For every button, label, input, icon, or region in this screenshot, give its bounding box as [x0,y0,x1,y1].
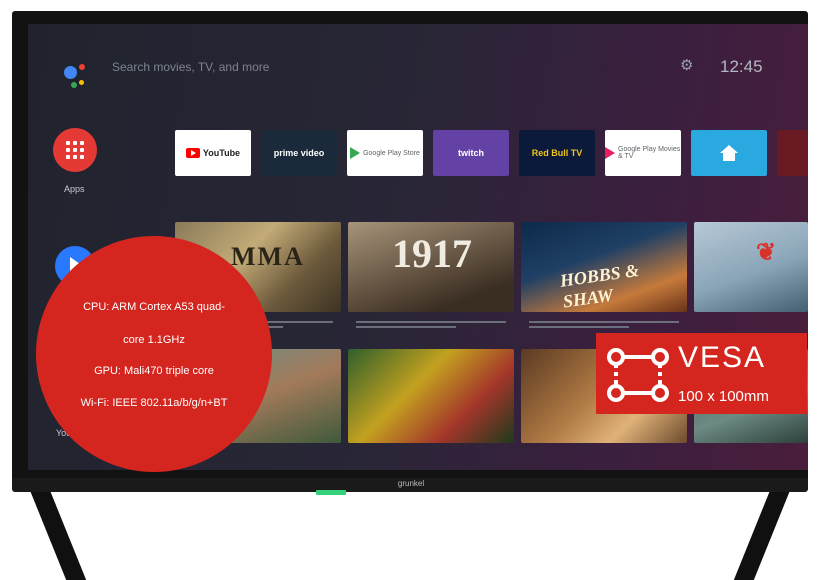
spec-badge: CPU: ARM Cortex A53 quad- core 1.1GHz GP… [36,236,272,472]
home-icon [720,145,738,161]
spec-line: Wi-Fi: IEEE 802.11a/b/g/n+BT [80,397,228,409]
apps-label: Apps [64,184,85,194]
spec-line: CPU: ARM Cortex A53 quad- [83,301,225,313]
app-tile-label: Red Bull TV [531,148,583,158]
brand-logo: grunkel [397,479,425,488]
spec-line: GPU: Mali470 triple core [94,365,214,377]
app-tile-label: Google Play Store [363,149,420,157]
movie-thumbnail[interactable]: HOBBS & SHAW [521,222,687,312]
butterfly-icon: ❦ [756,240,777,266]
poster-title: HOBBS & SHAW [558,259,641,312]
search-bar[interactable]: Search movies, TV, and more [112,60,269,74]
vesa-badge: VESA 100 x 100mm [596,333,807,414]
power-led-indicator [316,490,346,495]
play-movies-icon [605,147,615,159]
youtube-play-icon [185,148,200,158]
movie-thumbnail[interactable] [348,349,514,443]
tv-stand-right-leg [733,490,791,580]
app-tile-prime-video[interactable]: prime video [261,130,337,176]
settings-gear-icon[interactable]: ⚙ [680,58,696,74]
vesa-size: 100 x 100mm [678,388,769,405]
app-tile-partial[interactable] [777,130,808,176]
vesa-mount-icon [607,348,669,402]
app-tile-label: Google Play Movies & TV [618,146,681,160]
app-tile-label: twitch [458,148,484,158]
app-tile-label: prime video [273,148,325,158]
poster-title: MMA [231,242,305,271]
clock: 12:45 [720,57,763,76]
app-tile-label: YouTube [202,148,241,158]
app-tile-google-play-movies[interactable]: Google Play Movies & TV [605,130,681,176]
app-tile-google-play-store[interactable]: Google Play Store [347,130,423,176]
grid-icon [66,141,84,159]
google-assistant-icon[interactable] [64,64,92,92]
google-play-icon [350,147,361,159]
app-tile-red-bull-tv[interactable]: Red Bull TV [519,130,595,176]
tv-stand-left-leg [29,490,87,580]
app-tile-youtube[interactable]: YouTube [175,130,251,176]
movie-thumbnail[interactable]: 1917 [348,222,514,312]
thumbnail-caption [348,318,514,338]
apps-button[interactable] [53,128,97,172]
movie-thumbnail[interactable]: ❦ [694,222,808,312]
poster-title: 1917 [392,231,472,276]
app-tile-home[interactable] [691,130,767,176]
vesa-title: VESA [678,341,767,374]
app-tile-twitch[interactable]: twitch [433,130,509,176]
spec-line: core 1.1GHz [123,334,185,346]
